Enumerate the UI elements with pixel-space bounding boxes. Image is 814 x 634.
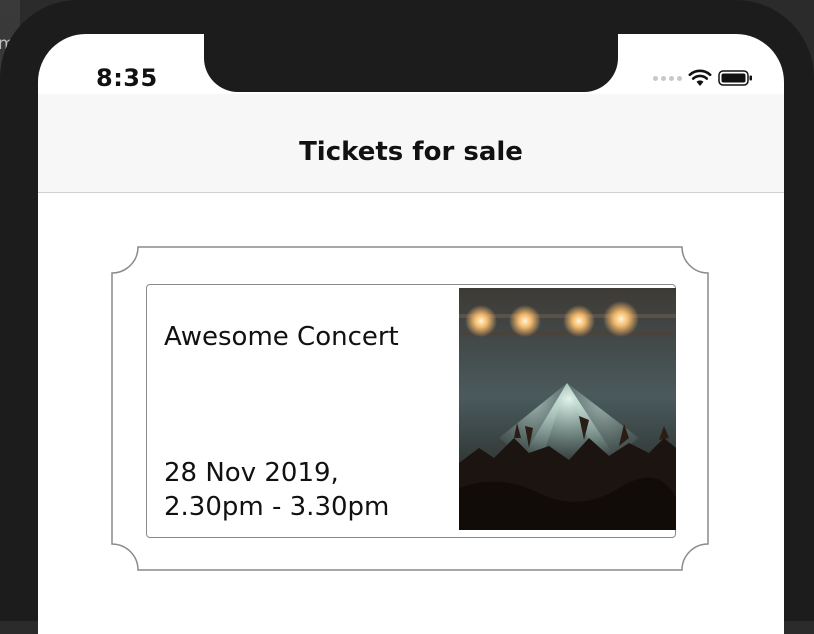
phone-screen: 8:35 Tickets for sale Awesome Concert 28… <box>38 34 784 634</box>
event-image <box>459 288 676 530</box>
event-name: Awesome Concert <box>164 322 399 352</box>
event-date-line: 28 Nov 2019, <box>164 458 339 488</box>
navigation-bar: Tickets for sale <box>38 94 784 193</box>
status-time: 8:35 <box>96 64 158 92</box>
phone-frame: 8:35 Tickets for sale Awesome Concert 28… <box>0 0 814 634</box>
ticket-card[interactable]: Awesome Concert 28 Nov 2019, 2.30pm - 3.… <box>110 246 710 571</box>
event-date: 28 Nov 2019, 2.30pm - 3.30pm <box>164 456 389 524</box>
cellular-signal-icon <box>653 75 682 81</box>
battery-icon <box>718 70 752 86</box>
notch <box>204 34 618 92</box>
wifi-icon <box>688 69 712 86</box>
page-title: Tickets for sale <box>299 137 523 167</box>
status-indicators <box>653 68 754 88</box>
event-time-line: 2.30pm - 3.30pm <box>164 492 390 522</box>
